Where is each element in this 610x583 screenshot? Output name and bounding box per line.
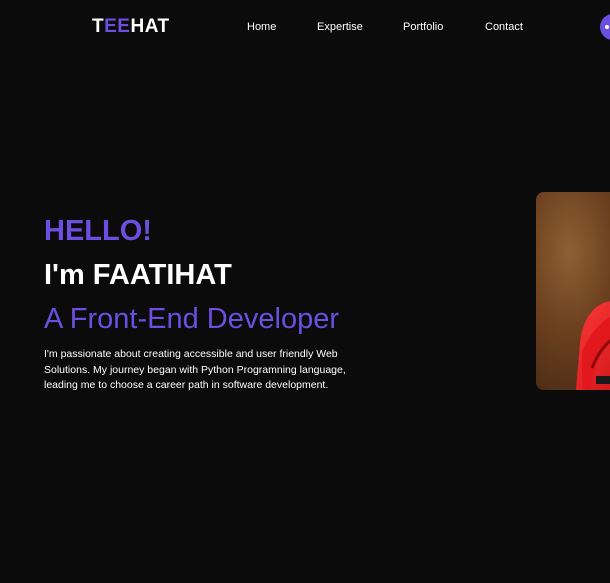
hero-bio: I'm passionate about creating accessible…	[44, 347, 359, 394]
hero-greeting: HELLO!	[44, 215, 152, 247]
nav-link-contact[interactable]: Contact	[485, 20, 523, 34]
bio-line-2: Solutions. My journey began with Python …	[44, 363, 346, 376]
profile-photo-illustration	[536, 192, 610, 390]
nav-link-portfolio[interactable]: Portfolio	[403, 20, 443, 34]
nav-link-expertise[interactable]: Expertise	[317, 20, 363, 34]
profile-photo	[536, 192, 610, 390]
bio-line-3: leading me to choose a career path in so…	[44, 379, 329, 391]
logo-part-3: HAT	[130, 16, 170, 37]
logo-part-2: EE	[104, 16, 131, 37]
toggle-dot-icon	[605, 25, 609, 29]
logo-part-1: T	[92, 16, 105, 37]
bio-line-1: I'm passionate about creating accessible…	[44, 348, 338, 360]
hero-name: I'm FAATIHAT	[44, 259, 232, 291]
site-logo[interactable]: TEEHAT	[92, 17, 170, 37]
theme-toggle-button[interactable]	[600, 14, 610, 40]
page: TEEHAT Home Expertise Portfolio Contact …	[0, 0, 610, 583]
nav-link-home[interactable]: Home	[247, 20, 276, 34]
hero-role: A Front-End Developer	[44, 303, 339, 335]
